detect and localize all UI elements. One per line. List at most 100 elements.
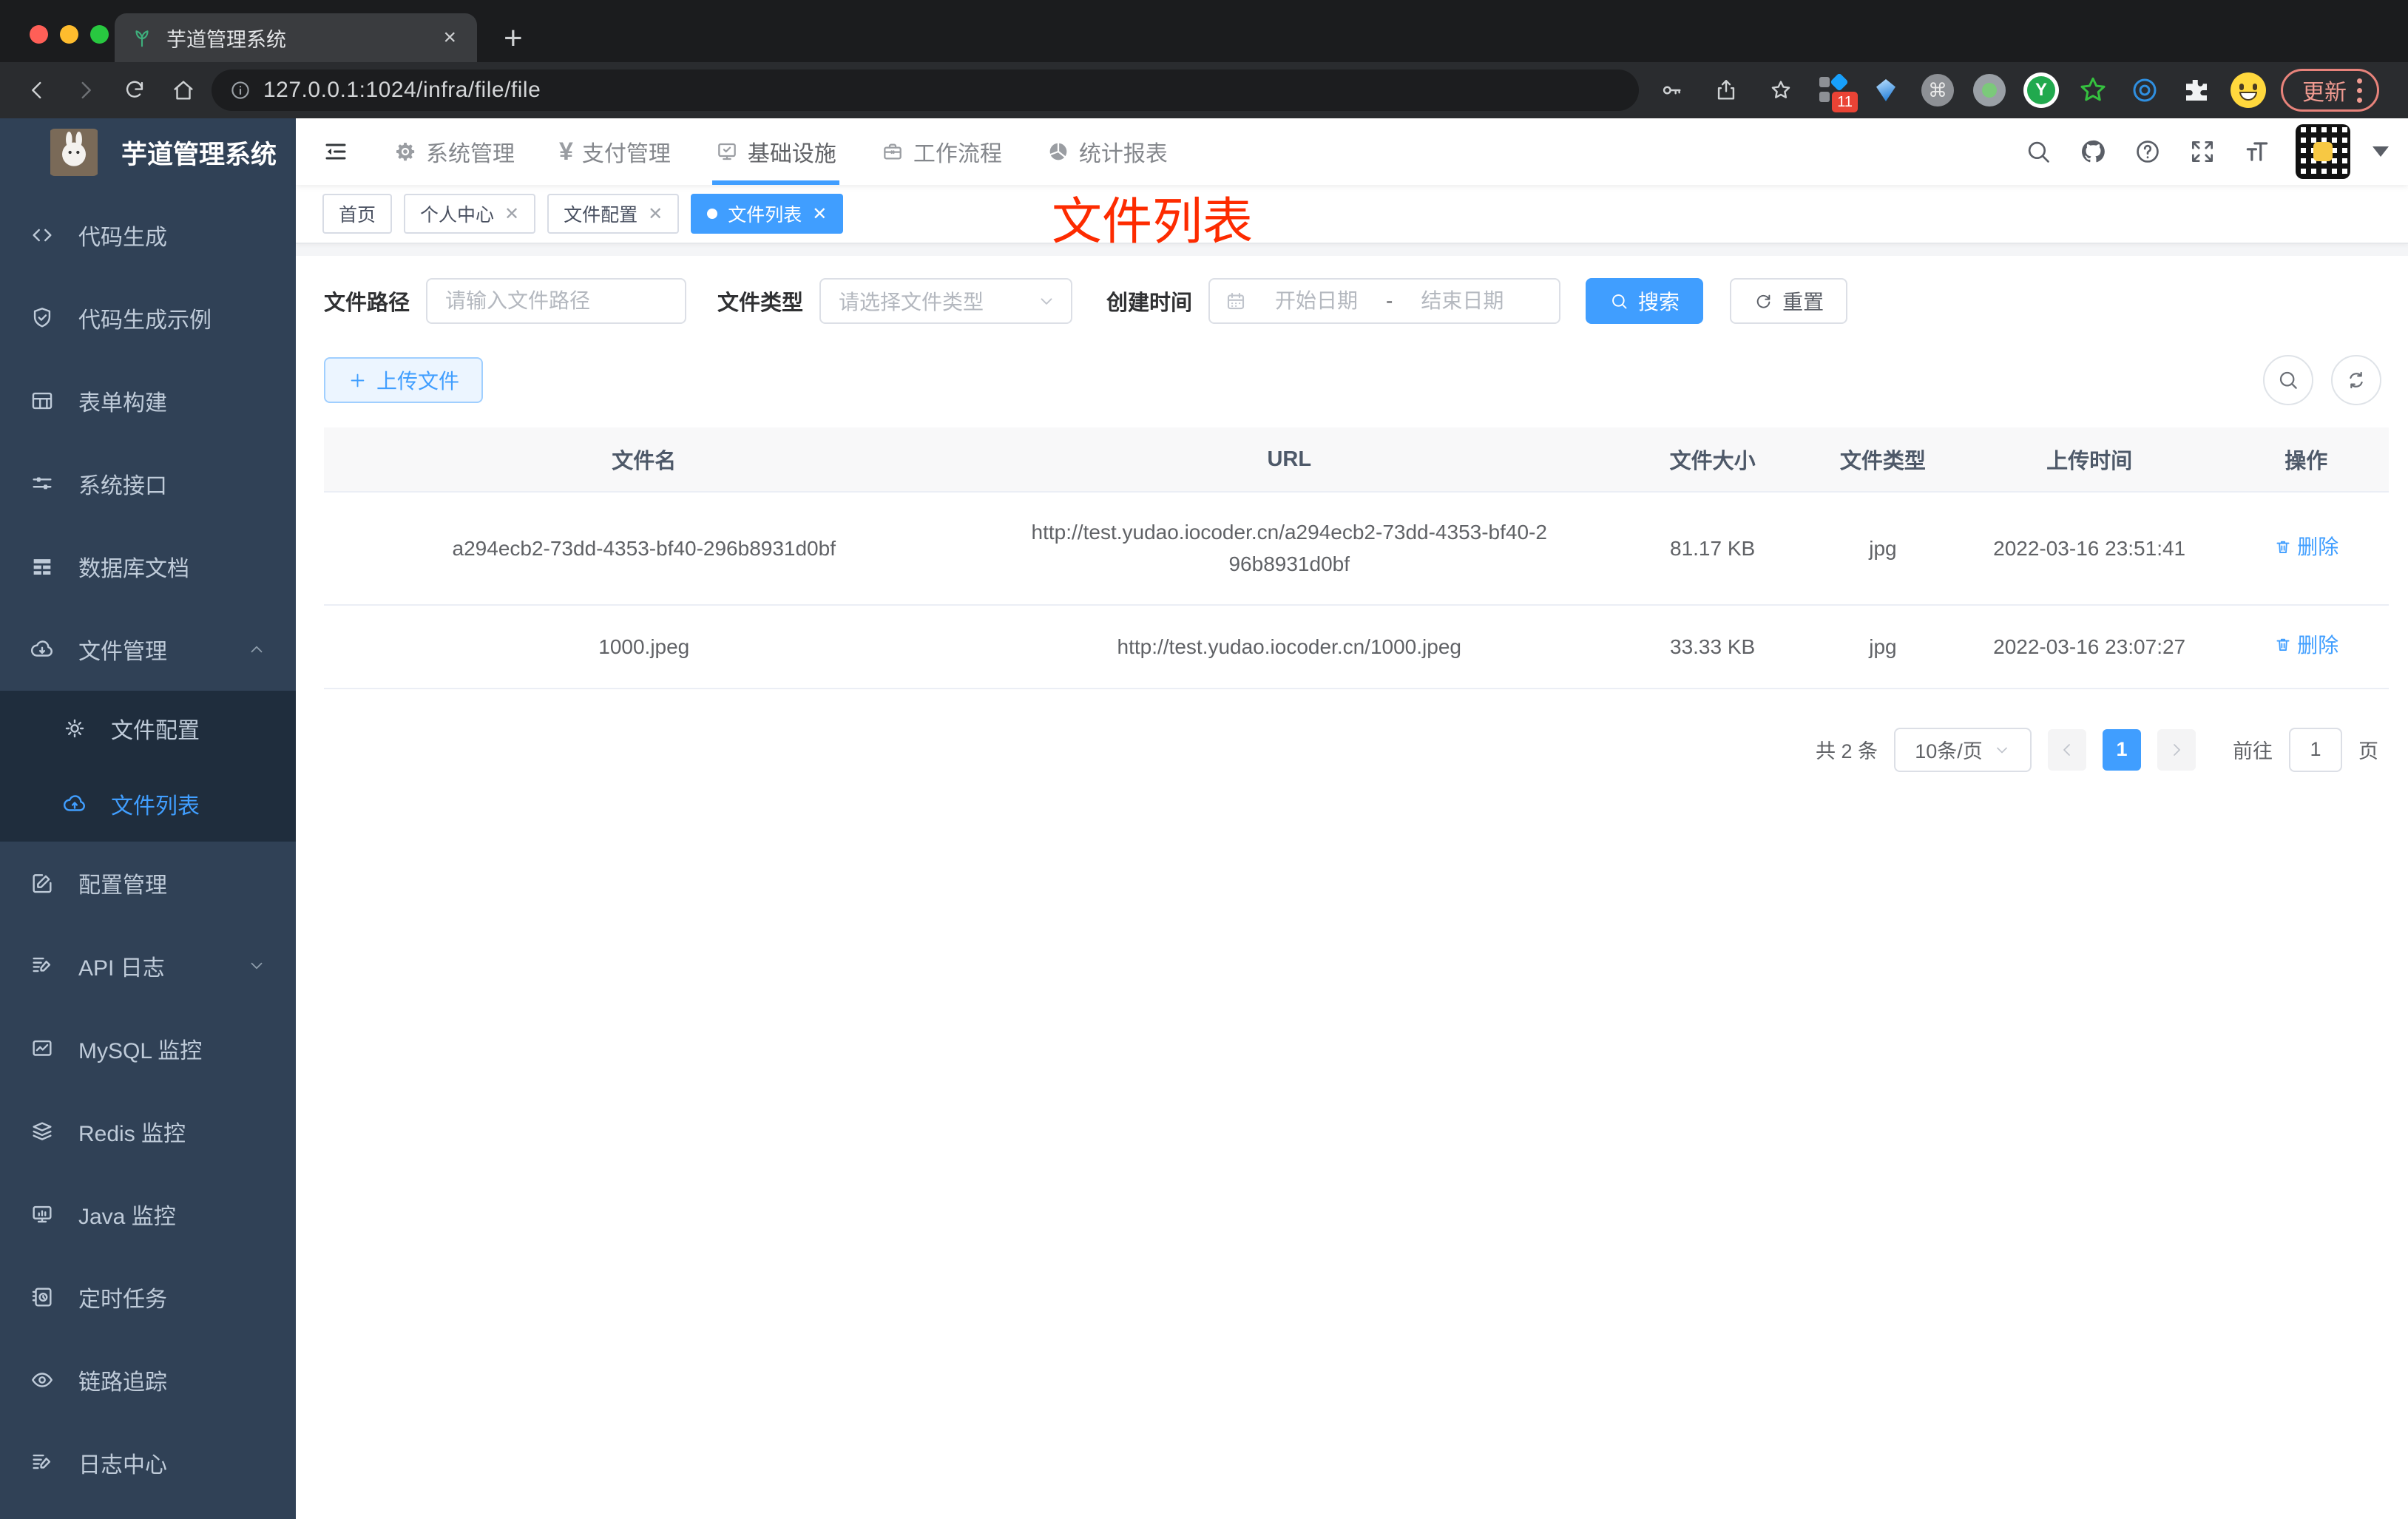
tab-close-icon[interactable]: × [439, 25, 461, 50]
next-page-button[interactable] [2157, 728, 2196, 771]
page-number-1[interactable]: 1 [2103, 728, 2141, 771]
close-window-button[interactable] [30, 25, 48, 44]
back-button[interactable] [16, 70, 58, 111]
extension-eye-icon[interactable] [2125, 71, 2164, 109]
end-date-input[interactable] [1403, 289, 1522, 313]
topnav-system-management[interactable]: 系统管理 [371, 118, 537, 185]
browser-menu-icon[interactable] [2357, 78, 2362, 103]
sidebar-item-java-monitor[interactable]: Java 监控 [0, 1173, 296, 1256]
goto-label: 前往 [2233, 740, 2273, 763]
sidebar-logo[interactable]: 芋道管理系统 [0, 118, 296, 186]
avatar[interactable] [2296, 124, 2350, 179]
sidebar-item-db-doc[interactable]: 数据库文档 [0, 525, 296, 608]
extension-star-icon[interactable] [2074, 71, 2112, 109]
tag-file-config[interactable]: 文件配置 ✕ [547, 194, 680, 234]
minimize-window-button[interactable] [60, 25, 78, 44]
sliders-icon [33, 477, 52, 490]
sidebar-item-api-log[interactable]: API 日志 [0, 924, 296, 1007]
file-type-select[interactable]: 请选择文件类型 [819, 278, 1073, 324]
new-tab-button[interactable]: + [504, 22, 523, 62]
tag-home[interactable]: 首页 [322, 194, 393, 234]
sidebar-item-file-list[interactable]: 文件列表 [0, 766, 296, 842]
password-key-icon[interactable] [1651, 70, 1692, 111]
github-icon[interactable] [2077, 135, 2109, 168]
extension-command-icon[interactable]: ⌘ [1918, 71, 1957, 109]
search-button-label: 搜索 [1638, 291, 1680, 314]
share-icon[interactable] [1705, 70, 1747, 111]
file-table: 文件名 URL 文件大小 文件类型 上传时间 操作 a294ecb2-73dd-… [324, 427, 2389, 689]
sidebar-item-mysql-monitor[interactable]: MySQL 监控 [0, 1007, 296, 1090]
tag-profile[interactable]: 个人中心 ✕ [404, 194, 536, 234]
sidebar-item-tracing[interactable]: 链路追踪 [0, 1339, 296, 1421]
topnav-label: 统计报表 [1078, 142, 1168, 166]
delete-button[interactable]: 删除 [2273, 629, 2338, 661]
browser-tab[interactable]: 芋道管理系统 × [115, 13, 477, 62]
sidebar-collapse-button[interactable] [315, 131, 356, 172]
extension-y-icon[interactable]: Y [2022, 71, 2060, 109]
extension-puzzle-icon[interactable] [2177, 71, 2216, 109]
file-path-input[interactable] [426, 278, 687, 324]
select-placeholder: 请选择文件类型 [839, 291, 984, 314]
table-header-row: 文件名 URL 文件大小 文件类型 上传时间 操作 [324, 427, 2389, 492]
date-range-picker[interactable]: - [1208, 278, 1561, 324]
search-button[interactable]: 搜索 [1586, 278, 1704, 324]
maximize-window-button[interactable] [90, 25, 109, 44]
topnav-infrastructure[interactable]: 基础设施 [693, 118, 859, 185]
start-date-input[interactable] [1257, 289, 1376, 313]
chrome-update-button[interactable]: 更新 [2281, 69, 2379, 112]
reload-button[interactable] [114, 70, 155, 111]
sidebar-item-config-management[interactable]: 配置管理 [0, 842, 296, 924]
refresh-table-button[interactable] [2331, 355, 2381, 405]
sidebar-item-file-management[interactable]: 文件管理 [0, 608, 296, 691]
reset-button-label: 重置 [1782, 291, 1824, 314]
sidebar-item-file-config[interactable]: 文件配置 [0, 691, 296, 766]
search-icon[interactable] [2022, 135, 2054, 168]
page-size-select[interactable]: 10条/页 [1894, 727, 2032, 772]
tag-close-icon[interactable]: ✕ [812, 203, 827, 225]
file-management-submenu: 文件配置 文件列表 [0, 691, 296, 842]
topnav-workflow[interactable]: 工作流程 [859, 118, 1024, 185]
show-search-button[interactable] [2263, 355, 2313, 405]
extension-recorder-icon[interactable] [1970, 71, 2009, 109]
browser-chrome: 芋道管理系统 × + 127.0.0.1:1024/infra/file/fil… [0, 0, 2408, 118]
font-size-icon[interactable] [2241, 135, 2273, 168]
eye-icon [32, 1373, 53, 1387]
avatar-caret-icon[interactable] [2373, 146, 2389, 157]
sidebar-item-system-api[interactable]: 系统接口 [0, 442, 296, 525]
extension-emoji-icon[interactable] [2229, 71, 2267, 109]
home-button[interactable] [163, 70, 204, 111]
sidebar-item-redis-monitor[interactable]: Redis 监控 [0, 1090, 296, 1173]
form-table-icon [32, 392, 53, 410]
sidebar-item-log-center[interactable]: 日志中心 [0, 1421, 296, 1504]
extension-tabs-icon[interactable]: 11 [1815, 71, 1858, 112]
sidebar-item-label: 代码生成 [78, 226, 167, 250]
forward-button[interactable] [65, 70, 106, 111]
goto-page-input[interactable] [2289, 727, 2342, 772]
delete-button[interactable]: 删除 [2273, 531, 2338, 563]
tag-close-icon[interactable]: ✕ [504, 203, 519, 225]
sidebar-item-code-example[interactable]: 代码生成示例 [0, 277, 296, 359]
sidebar-item-form-builder[interactable]: 表单构建 [0, 359, 296, 442]
tag-file-list[interactable]: 文件列表 ✕ [691, 194, 844, 234]
sidebar-item-code-generation[interactable]: 代码生成 [0, 194, 296, 277]
sidebar-item-label: 表单构建 [78, 391, 167, 416]
fullscreen-icon[interactable] [2186, 135, 2219, 168]
tags-bar: 首页 个人中心 ✕ 文件配置 ✕ 文件列表 ✕ [296, 185, 2408, 244]
trash-icon [2276, 541, 2290, 553]
reset-button[interactable]: 重置 [1730, 278, 1848, 324]
date-separator: - [1386, 289, 1393, 312]
upload-file-button[interactable]: 上传文件 [324, 357, 484, 403]
address-bar[interactable]: 127.0.0.1:1024/infra/file/file [212, 70, 1639, 111]
topnav-statistics[interactable]: 统计报表 [1024, 118, 1190, 185]
bookmark-star-icon[interactable] [1760, 70, 1802, 111]
topnav-payment-management[interactable]: ¥ 支付管理 [537, 118, 693, 185]
help-icon[interactable] [2131, 135, 2164, 168]
extension-gem-icon[interactable] [1867, 71, 1905, 109]
site-info-icon[interactable] [229, 79, 251, 101]
col-url: URL [964, 427, 1614, 492]
sidebar-item-scheduled-tasks[interactable]: 定时任务 [0, 1256, 296, 1339]
tag-close-icon[interactable]: ✕ [648, 203, 663, 225]
grid-icon [33, 559, 51, 575]
prev-page-button[interactable] [2048, 728, 2086, 771]
file-path-label: 文件路径 [324, 291, 410, 315]
